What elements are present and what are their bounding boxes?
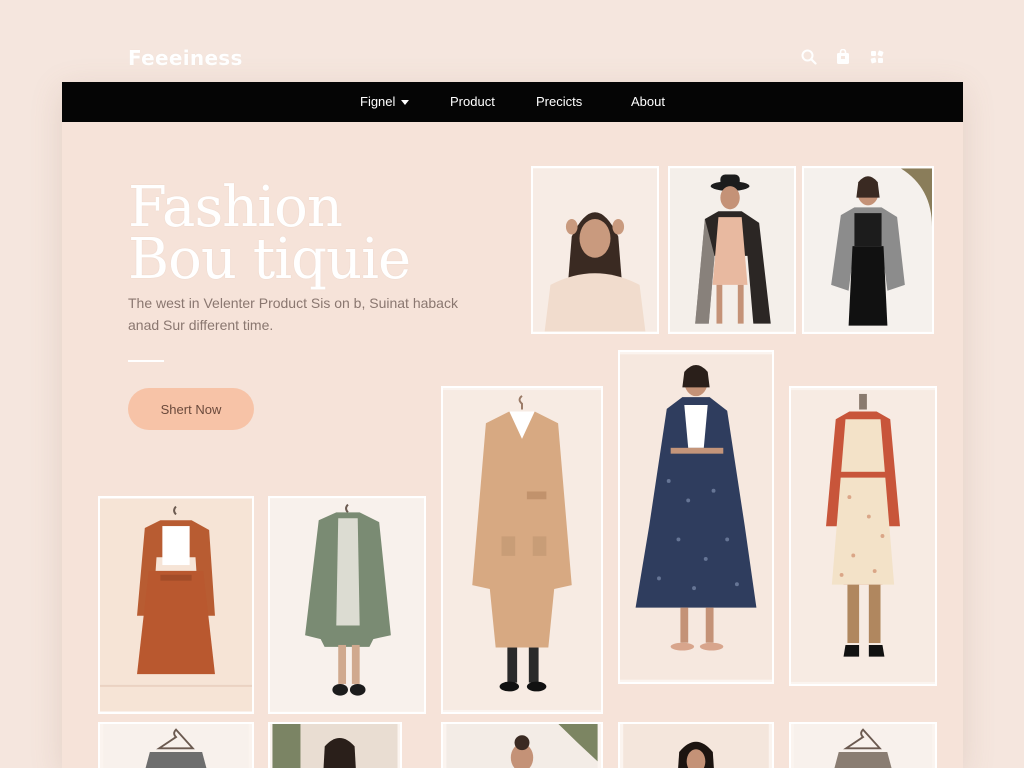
product-card[interactable] xyxy=(789,722,937,768)
hero-title: Fashion Bou tiquie xyxy=(128,180,411,288)
product-card[interactable] xyxy=(802,166,934,334)
nav-item-product[interactable]: Product xyxy=(450,94,495,109)
product-card[interactable] xyxy=(789,386,937,686)
product-image-hanger-item-bottom-1 xyxy=(103,724,249,768)
product-image-rust-jacket-skirt-set xyxy=(100,498,252,712)
product-image-navy-floral-coat-dress xyxy=(620,354,772,680)
bag-icon[interactable] xyxy=(834,48,852,66)
hero-divider xyxy=(128,360,164,362)
product-card[interactable] xyxy=(618,350,774,684)
search-icon[interactable] xyxy=(800,48,818,66)
top-navbar: Fignel Product Precicts About xyxy=(62,82,963,122)
product-card[interactable] xyxy=(98,496,254,714)
product-image-model-bottom-3 xyxy=(446,724,598,768)
product-image-model-bottom-4 xyxy=(623,724,769,768)
hero-subtitle: The west in Velenter Product Sis on b, S… xyxy=(128,295,458,333)
hero-title-line2: Bou tiquie xyxy=(128,227,411,292)
product-card[interactable] xyxy=(618,722,774,768)
brand-logo[interactable]: Feeeiness xyxy=(128,46,243,70)
product-card[interactable] xyxy=(531,166,659,334)
main-panel: Fignel Product Precicts About Fashion Bo… xyxy=(62,82,963,768)
top-icon-bar xyxy=(800,48,886,66)
nav-item-fignel[interactable]: Fignel xyxy=(360,94,410,109)
product-image-model-hat-plaid-coat xyxy=(670,168,794,332)
chevron-down-icon xyxy=(401,100,410,106)
product-image-sage-green-coat xyxy=(270,498,424,712)
product-image-model-bottom-2 xyxy=(272,724,398,768)
product-card[interactable] xyxy=(98,722,254,768)
grid-icon[interactable] xyxy=(868,48,886,66)
product-image-hanger-item-bottom-5 xyxy=(793,724,933,768)
product-card[interactable] xyxy=(668,166,796,334)
product-image-model-grey-blazer xyxy=(804,168,932,332)
shop-now-button[interactable]: Shert Now xyxy=(128,388,254,430)
nav-item-about[interactable]: About xyxy=(631,94,665,109)
product-image-model-cream-sweater xyxy=(533,168,657,332)
product-card[interactable] xyxy=(441,722,603,768)
product-image-camel-wrap-coat xyxy=(443,390,601,710)
nav-item-precicts[interactable]: Precicts xyxy=(536,94,582,109)
product-card[interactable] xyxy=(441,386,603,714)
product-card[interactable] xyxy=(268,722,402,768)
product-image-floral-apron-dress-rust-cardigan xyxy=(791,390,935,682)
nav-label: Fignel xyxy=(360,94,396,109)
product-card[interactable] xyxy=(268,496,426,714)
